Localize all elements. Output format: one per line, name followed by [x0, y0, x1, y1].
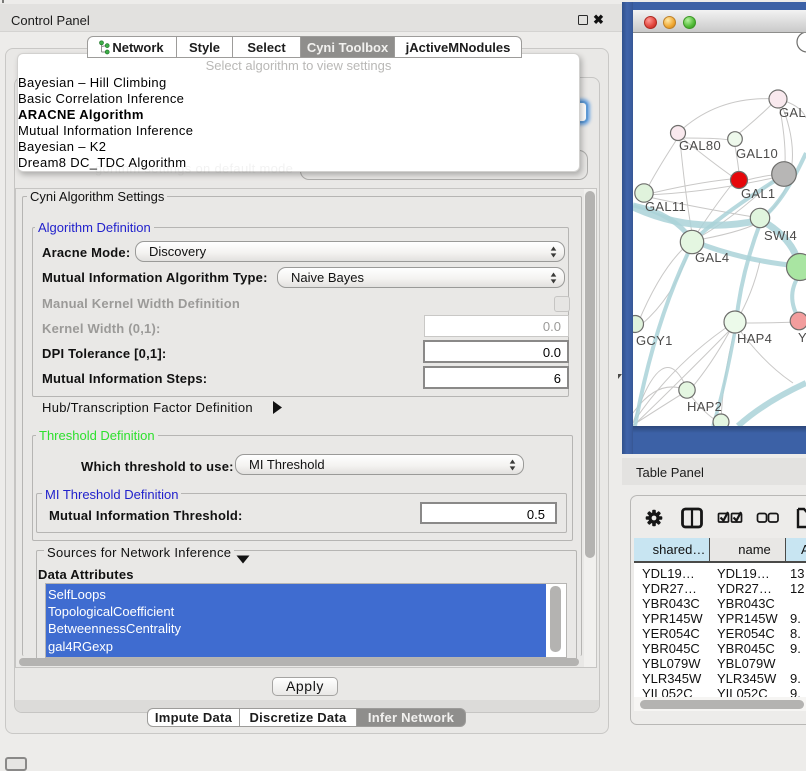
svg-text:GAL10: GAL10: [736, 146, 778, 161]
svg-text:SWI4: SWI4: [764, 228, 797, 243]
svg-text:HAP4: HAP4: [737, 331, 772, 346]
svg-text:GAL80: GAL80: [679, 138, 721, 153]
svg-text:GAL11: GAL11: [645, 199, 686, 214]
svg-text:GAL1: GAL1: [741, 186, 775, 201]
svg-text:GAL: GAL: [779, 105, 806, 120]
svg-text:GAL4: GAL4: [695, 250, 729, 265]
svg-text:Y: Y: [798, 330, 806, 345]
svg-text:GCY1: GCY1: [636, 333, 673, 348]
svg-text:HAP2: HAP2: [687, 399, 722, 414]
